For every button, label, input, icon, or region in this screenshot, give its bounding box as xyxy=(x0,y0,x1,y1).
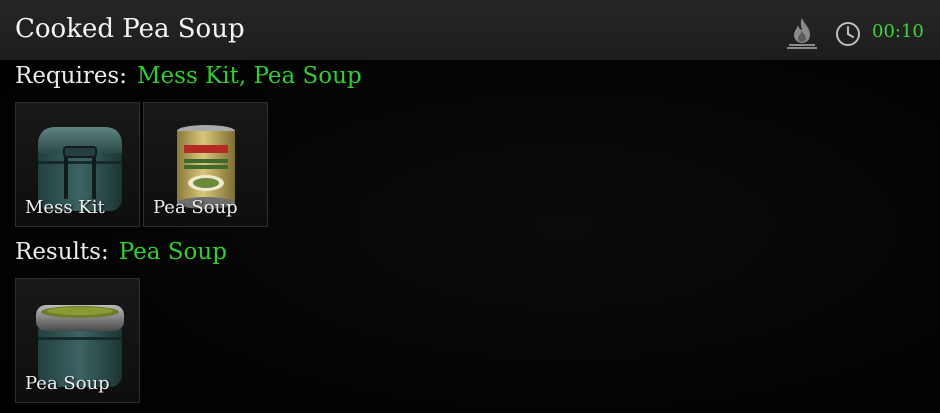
results-label: Results: xyxy=(15,239,109,265)
results-value: Pea Soup xyxy=(118,239,227,265)
required-item-label: Mess Kit xyxy=(25,197,105,218)
clock-icon xyxy=(836,22,860,46)
required-item-mess-kit[interactable]: Mess Kit xyxy=(15,102,140,227)
requires-value: Mess Kit, Pea Soup xyxy=(136,63,362,89)
required-item-pea-soup[interactable]: Pea Soup xyxy=(143,102,268,227)
craft-time: 00:10 xyxy=(872,21,924,42)
fire-icon xyxy=(787,18,817,49)
result-item-pea-soup[interactable]: Pea Soup xyxy=(15,278,140,403)
recipe-title: Cooked Pea Soup xyxy=(15,14,245,44)
requires-heading: Requires: Mess Kit, Pea Soup xyxy=(15,63,362,89)
requires-label: Requires: xyxy=(15,63,127,89)
result-item-label: Pea Soup xyxy=(25,373,110,394)
recipe-header: Cooked Pea Soup 00:10 xyxy=(0,0,940,60)
required-item-label: Pea Soup xyxy=(153,197,238,218)
results-heading: Results: Pea Soup xyxy=(15,239,227,265)
crafting-recipe-panel: Cooked Pea Soup 00:10 Requires: Mess Kit,… xyxy=(0,0,940,413)
